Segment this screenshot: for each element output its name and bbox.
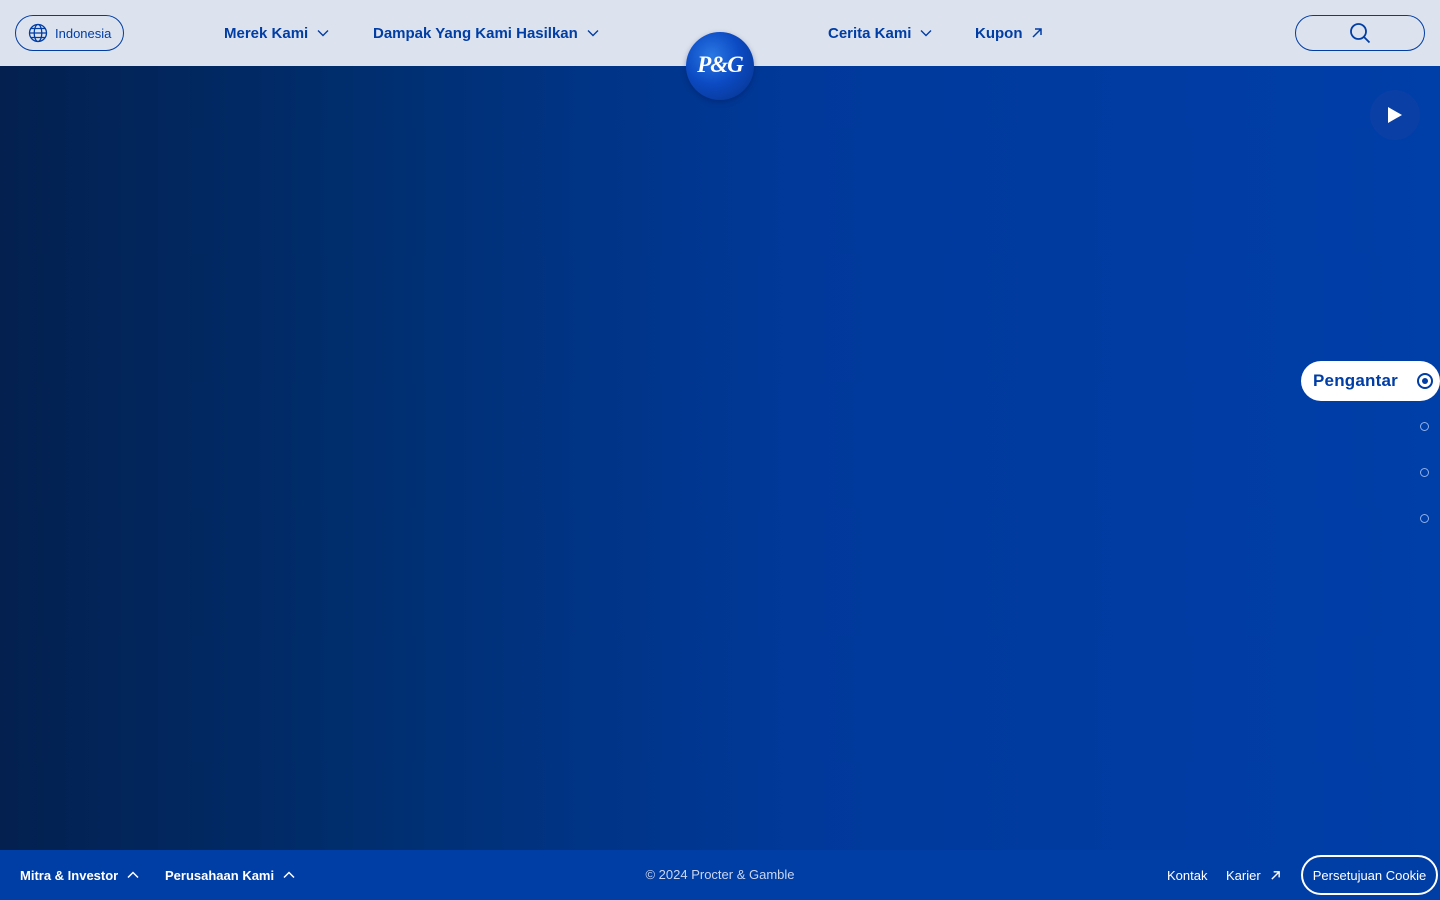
nav-item-merek-kami[interactable]: Merek Kami <box>224 22 329 44</box>
chevron-down-icon <box>587 29 599 37</box>
nav-item-cerita-kami[interactable]: Cerita Kami <box>828 22 932 44</box>
footer-link-kontak[interactable]: Kontak <box>1167 867 1207 883</box>
section-nav-dot-3[interactable] <box>1420 468 1429 477</box>
language-selector-button[interactable]: Indonesia <box>15 15 124 51</box>
section-nav-active-item[interactable]: Pengantar <box>1301 361 1440 401</box>
active-section-indicator-icon <box>1417 373 1433 389</box>
nav-label: Dampak Yang Kami Hasilkan <box>373 24 578 42</box>
chevron-down-icon <box>920 29 932 37</box>
globe-icon <box>28 23 48 43</box>
search-icon <box>1350 23 1371 44</box>
play-video-button[interactable] <box>1370 90 1420 140</box>
nav-item-kupon[interactable]: Kupon <box>975 22 1043 44</box>
chevron-down-icon <box>317 29 329 37</box>
hero-video-area <box>0 66 1440 850</box>
external-arrow-icon <box>1270 870 1281 881</box>
footer-link-karier[interactable]: Karier <box>1226 867 1281 883</box>
section-nav-label: Pengantar <box>1313 371 1398 390</box>
footer-link-label: Kontak <box>1167 867 1208 883</box>
play-icon <box>1388 107 1402 123</box>
logo-text: P&G <box>697 52 744 77</box>
nav-item-dampak[interactable]: Dampak Yang Kami Hasilkan <box>373 22 599 44</box>
nav-label: Kupon <box>975 24 1023 42</box>
cookie-consent-button[interactable]: Persetujuan Cookie <box>1301 855 1438 895</box>
external-arrow-icon <box>1031 27 1043 39</box>
nav-label: Merek Kami <box>224 24 309 42</box>
footer-link-label: Karier <box>1226 867 1261 883</box>
section-nav-dot-2[interactable] <box>1420 422 1429 431</box>
language-label: Indonesia <box>55 25 112 41</box>
search-button[interactable] <box>1295 15 1425 51</box>
nav-label: Cerita Kami <box>828 24 912 42</box>
copyright-text: © 2024 Procter & Gamble <box>645 867 795 882</box>
pg-logo[interactable]: P&G <box>686 32 754 100</box>
footer-bar: Mitra & Investor Perusahaan Kami © 2024 … <box>0 850 1440 900</box>
section-nav-dot-4[interactable] <box>1420 514 1429 523</box>
